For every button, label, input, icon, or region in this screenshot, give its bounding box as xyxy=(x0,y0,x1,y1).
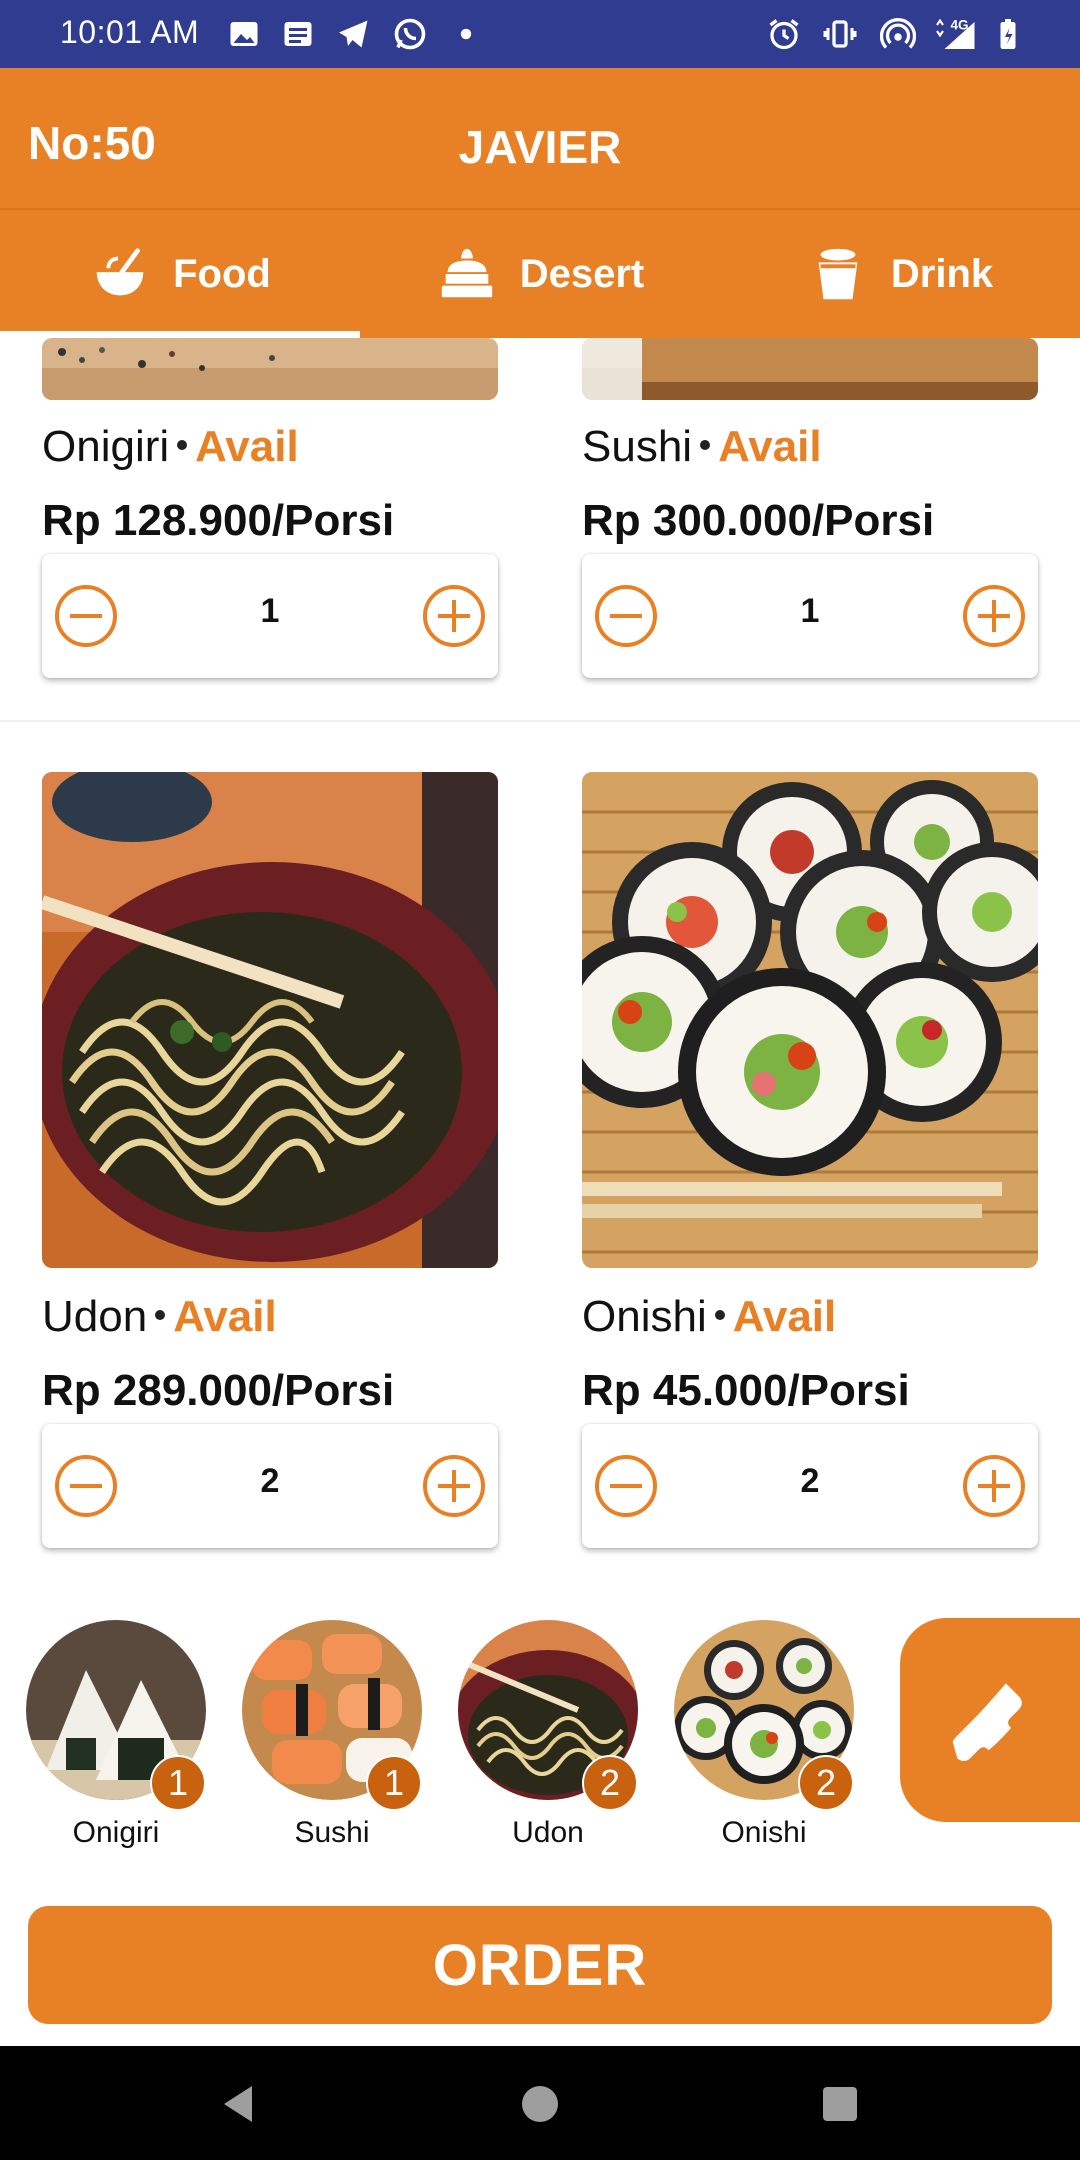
separator-dot xyxy=(177,440,188,451)
item-name-row: Onigiri Avail xyxy=(42,422,299,472)
cart-item[interactable]: 2 Udon xyxy=(458,1620,638,1860)
hotspot-icon xyxy=(880,16,916,52)
item-name: Udon xyxy=(42,1292,148,1341)
order-button[interactable]: ORDER xyxy=(28,1906,1052,2024)
tab-drink[interactable]: Drink xyxy=(720,210,1080,338)
phone-icon xyxy=(952,1683,1022,1762)
onigiri-photo xyxy=(42,338,498,400)
vibrate-icon xyxy=(822,16,858,52)
menu-item-card: Onigiri Avail Rp 128.900/Porsi 1 xyxy=(0,338,540,720)
image-icon xyxy=(226,16,262,52)
quantity-badge: 1 xyxy=(366,1755,422,1811)
home-icon[interactable] xyxy=(518,2082,562,2126)
tab-desert[interactable]: Desert xyxy=(360,210,720,338)
cart-item[interactable]: 1 Sushi xyxy=(242,1620,422,1860)
whatsapp-icon xyxy=(392,16,428,52)
item-name: Onishi xyxy=(582,1292,707,1341)
menu-item-card: Sushi Avail Rp 300.000/Porsi 1 xyxy=(540,338,1080,720)
quantity-badge: 2 xyxy=(582,1755,638,1811)
availability-label: Avail xyxy=(173,1292,277,1341)
item-name-row: Udon Avail xyxy=(42,1292,277,1342)
plus-button[interactable] xyxy=(422,1454,486,1518)
item-price: Rp 128.900/Porsi xyxy=(42,496,395,545)
telegram-icon xyxy=(336,16,372,52)
system-nav-bar xyxy=(0,2046,1080,2160)
item-price: Rp 300.000/Porsi xyxy=(582,496,935,545)
separator-dot xyxy=(700,440,711,451)
cart-strip: 1 Onigiri 1 Sushi 2 Udon 2 Onishi xyxy=(0,1590,1080,1870)
plus-button[interactable] xyxy=(962,584,1026,648)
plus-button[interactable] xyxy=(422,584,486,648)
tab-food-label: Food xyxy=(173,251,271,296)
category-tabs: Food Desert Drink xyxy=(0,210,1080,338)
sushi-photo xyxy=(582,338,1038,400)
menu-item-card: Udon Avail Rp 289.000/Porsi 2 xyxy=(0,722,540,1590)
cart-item[interactable]: 1 Onigiri xyxy=(26,1620,206,1860)
item-name: Sushi xyxy=(582,422,693,471)
item-name-row: Sushi Avail xyxy=(582,422,822,472)
quantity-stepper: 1 xyxy=(42,554,498,678)
item-name-row: Onishi Avail xyxy=(582,1292,836,1342)
tab-food[interactable]: Food xyxy=(0,210,360,338)
item-price: Rp 45.000/Porsi xyxy=(582,1366,910,1415)
cart-item-name: Udon xyxy=(512,1816,584,1849)
cart-item-name: Onigiri xyxy=(72,1816,160,1849)
quantity-stepper: 1 xyxy=(582,554,1038,678)
quantity-stepper: 2 xyxy=(582,1424,1038,1548)
tab-desert-label: Desert xyxy=(519,251,645,296)
quantity-badge: 2 xyxy=(798,1755,854,1811)
quantity-stepper: 2 xyxy=(42,1424,498,1548)
news-icon xyxy=(280,16,316,52)
onishi-image[interactable] xyxy=(582,772,1038,1268)
back-icon[interactable] xyxy=(216,2082,260,2126)
bowl-icon xyxy=(89,243,151,305)
signal-4g-icon: 4G xyxy=(932,16,978,52)
call-waiter-button[interactable] xyxy=(900,1618,1080,1822)
battery-icon xyxy=(990,16,1026,52)
menu-item-card: Onishi Avail Rp 45.000/Porsi 2 xyxy=(540,722,1080,1590)
availability-label: Avail xyxy=(732,1292,837,1341)
separator-dot xyxy=(714,1310,725,1321)
app-root: 10:01 AM 4G No:50 JAVIER Food Desert Dri… xyxy=(0,0,1080,2160)
separator-dot xyxy=(155,1310,166,1321)
dot-icon xyxy=(448,16,484,52)
status-time: 10:01 AM xyxy=(60,14,200,50)
plus-button[interactable] xyxy=(962,1454,1026,1518)
page-title: JAVIER xyxy=(458,121,622,173)
app-header: No:50 JAVIER xyxy=(0,68,1080,210)
item-name: Onigiri xyxy=(42,422,170,471)
recents-icon[interactable] xyxy=(818,2082,862,2126)
cup-icon xyxy=(807,243,869,305)
availability-label: Avail xyxy=(718,422,822,471)
availability-label: Avail xyxy=(195,422,299,471)
cart-item-name: Sushi xyxy=(294,1816,370,1849)
udon-image[interactable] xyxy=(42,772,498,1268)
alarm-icon xyxy=(766,16,802,52)
item-price: Rp 289.000/Porsi xyxy=(42,1366,395,1415)
cart-item[interactable]: 2 Onishi xyxy=(674,1620,854,1860)
quantity-badge: 1 xyxy=(150,1755,206,1811)
tab-drink-label: Drink xyxy=(890,251,994,296)
cake-icon xyxy=(436,243,498,305)
cart-item-name: Onishi xyxy=(721,1816,807,1849)
status-bar: 10:01 AM 4G xyxy=(0,0,1080,68)
